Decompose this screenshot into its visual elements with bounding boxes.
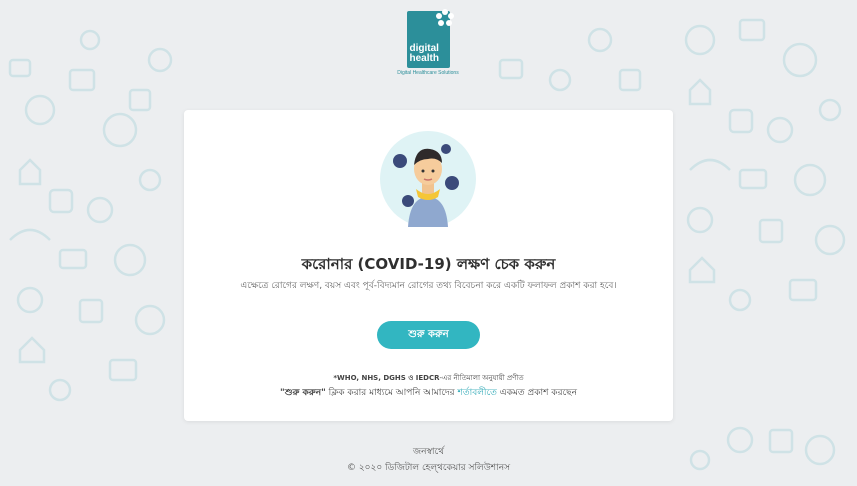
- sick-person-illustration: [380, 131, 476, 227]
- guideline-orgs: *WHO, NHS, DGHS ও IEDCR: [333, 374, 440, 382]
- guideline-note: *WHO, NHS, DGHS ও IEDCR-এর নীতিমালা অনুয…: [184, 372, 673, 384]
- guideline-suffix: -এর নীতিমালা অনুযায়ী প্রণীত: [439, 374, 524, 382]
- footer-public-interest: জনস্বার্থে: [413, 447, 444, 457]
- description-text: এক্ষেত্রে রোগের লক্ষণ, বয়স এবং পূর্ব-বি…: [240, 281, 617, 291]
- flower-icon: [435, 9, 454, 26]
- consent-end: একমত প্রকাশ করছেন: [496, 388, 577, 398]
- page-title: করোনার (COVID-19) লক্ষণ চেক করুন: [301, 255, 556, 273]
- consent-text: "শুরু করুন" ক্লিক করার মাধ্যমে আপনি আমাদ…: [184, 385, 673, 400]
- terms-link[interactable]: শর্তাবলীতে: [458, 388, 497, 398]
- logo-mark: digital health: [406, 9, 454, 68]
- start-button[interactable]: শুরু করুন: [377, 321, 480, 349]
- consent-quote: "শুরু করুন": [280, 388, 326, 398]
- logo-text-health: health: [409, 53, 439, 64]
- logo-tagline: Digital Healthcare Solutions: [397, 70, 459, 76]
- symptom-check-card: করোনার (COVID-19) লক্ষণ চেক করুন এক্ষেত্…: [184, 110, 673, 421]
- footer-copyright: © ২০২০ ডিজিটাল হেল্থকেয়ার সলিউশানস: [346, 463, 511, 473]
- footer: জনস্বার্থে © ২০২০ ডিজিটাল হেল্থকেয়ার সল…: [0, 444, 857, 476]
- brand-logo[interactable]: digital health Digital Healthcare Soluti…: [396, 9, 460, 76]
- consent-middle: ক্লিক করার মাধ্যমে আপনি আমাদের: [325, 388, 458, 398]
